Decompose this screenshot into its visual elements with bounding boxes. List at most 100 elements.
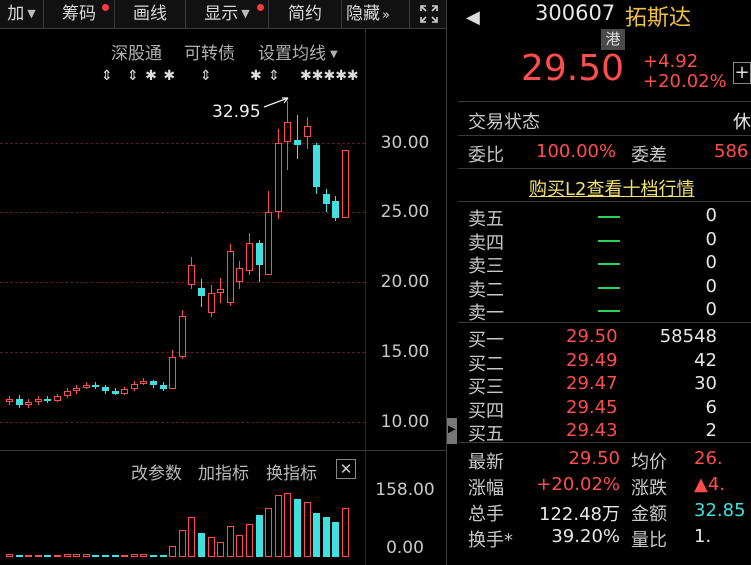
volume-chart[interactable] — [0, 480, 365, 565]
buy-level-label: 买四 — [468, 400, 504, 422]
event-marker-icon[interactable]: ✱ ⇕ — [250, 68, 281, 84]
no-price-dash — [598, 286, 620, 289]
stat-row: 换手* 39.20% 量比 1. — [458, 526, 751, 552]
sell-volume: 0 — [705, 228, 717, 250]
price-axis-tick: 20.00 — [380, 272, 430, 292]
stat-row: 最新 29.50 均价 26. — [458, 448, 751, 474]
chevron-down-icon: ▼ — [27, 7, 36, 20]
volume-bar — [130, 554, 138, 557]
candle — [294, 139, 301, 146]
event-marker-icon[interactable]: ⇕ ✱ ✱ — [127, 68, 176, 84]
candle — [82, 385, 90, 388]
buy-row[interactable]: 买四 29.45 6 — [458, 396, 751, 422]
buy-price: 29.49 — [566, 349, 618, 371]
volume-bar — [236, 534, 244, 557]
toolbar-hide-label: 隐藏 — [346, 4, 380, 24]
toolbar-hide-button[interactable]: 隐藏» — [342, 0, 410, 28]
divider — [458, 135, 751, 136]
candle — [140, 381, 148, 384]
stat-value: 39.20% — [551, 526, 620, 547]
candle — [92, 385, 100, 387]
volume-bar — [246, 523, 253, 557]
volume-bar — [207, 537, 215, 557]
buy-row[interactable]: 买五 29.43 2 — [458, 420, 751, 445]
volume-axis-tick: 0.00 — [386, 538, 424, 558]
buy-l2-link[interactable]: 购买L2查看十档行情 — [529, 175, 694, 201]
volume-bar — [274, 495, 282, 557]
event-marker-icon[interactable]: ✱✱✱✱✱ — [300, 68, 359, 84]
candle — [150, 381, 157, 386]
stat-label: 均价 — [631, 452, 667, 473]
expand-button[interactable] — [411, 0, 446, 28]
panel-collapse-handle[interactable]: ▶ — [447, 418, 457, 444]
buy-volume: 6 — [705, 396, 717, 418]
prev-stock-icon[interactable]: ◀ — [466, 7, 480, 28]
buy-row[interactable]: 买一 29.50 58548 — [458, 326, 751, 351]
stat-label: 量比 — [631, 530, 667, 551]
volume-bar — [63, 554, 71, 557]
double-chevron-right-icon: » — [382, 8, 390, 23]
expand-icon — [419, 5, 438, 23]
chevron-right-icon: ▶ — [448, 424, 456, 435]
set-moving-average-link[interactable]: 设置均线 ▼ — [258, 39, 338, 64]
sell-row[interactable]: 卖四 0 — [458, 228, 751, 254]
candle — [102, 386, 109, 391]
volume-bar — [226, 526, 234, 557]
convertible-bond-link[interactable]: 可转债 — [184, 39, 235, 64]
buy-price: 29.47 — [566, 373, 618, 394]
volume-bar — [265, 508, 273, 557]
stat-value: 29.50 — [568, 448, 620, 469]
sell-row[interactable]: 卖一 0 — [458, 299, 751, 324]
sell-row[interactable]: 卖五 0 — [458, 205, 751, 230]
shenzhen-connect-link[interactable]: 深股通 — [111, 39, 162, 64]
sell-row[interactable]: 卖二 0 — [458, 276, 751, 301]
stat-label: 涨跌 — [631, 478, 667, 499]
toolbar-chips-button[interactable]: 筹码 — [44, 0, 115, 28]
toolbar-simple-button[interactable]: 简约 — [269, 0, 342, 28]
candle — [332, 201, 340, 218]
buy-row[interactable]: 买二 29.49 42 — [458, 349, 751, 375]
candle — [188, 265, 196, 285]
divider — [458, 201, 751, 202]
add-watchlist-button[interactable]: + — [733, 62, 751, 84]
stat-value: ▲4. — [694, 474, 726, 495]
volume-bar — [111, 555, 119, 557]
notification-dot-icon — [257, 4, 264, 11]
plus-icon: + — [734, 62, 750, 83]
close-icon: ✕ — [339, 460, 353, 478]
order-diff-value: 586 — [714, 141, 749, 162]
chevron-down-icon: ▼ — [330, 49, 338, 60]
no-price-dash — [598, 310, 620, 312]
event-marker-icon[interactable]: ⇕ — [101, 68, 114, 84]
candle — [159, 385, 167, 390]
volume-bar — [255, 514, 263, 557]
gridline — [0, 212, 365, 214]
buy-volume: 30 — [694, 373, 717, 394]
candlestick-chart[interactable] — [0, 28, 446, 448]
toolbar-draw-label: 画线 — [133, 4, 167, 24]
sell-row[interactable]: 卖三 0 — [458, 252, 751, 277]
price-change: +4.92 — [643, 51, 699, 72]
event-marker-icon[interactable]: ⇕ — [200, 68, 213, 84]
notification-dot-icon — [102, 4, 109, 11]
gridline — [0, 282, 365, 283]
toolbar-draw-button[interactable]: 画线 — [115, 0, 186, 28]
volume-bar — [121, 554, 129, 557]
stat-label: 换手* — [468, 530, 513, 551]
stat-row: 总手 122.48万 金额 32.85 — [458, 500, 751, 526]
chart-divider — [0, 450, 446, 451]
candle — [322, 194, 330, 204]
no-price-dash — [598, 263, 620, 265]
candle — [111, 390, 119, 394]
candle — [63, 390, 71, 397]
buy-row[interactable]: 买三 29.47 30 — [458, 373, 751, 398]
toolbar-display-button[interactable]: 显示 ▼ — [186, 0, 269, 28]
order-ratio-label: 委比 — [468, 145, 504, 166]
toolbar-add-button[interactable]: 加 ▼ — [0, 0, 44, 28]
set-moving-average-label: 设置均线 — [258, 44, 326, 64]
gridline — [0, 421, 365, 423]
close-indicator-button[interactable]: ✕ — [336, 459, 356, 479]
hk-connect-badge: 港 — [601, 29, 625, 50]
candle — [54, 396, 61, 401]
candle — [34, 399, 42, 402]
